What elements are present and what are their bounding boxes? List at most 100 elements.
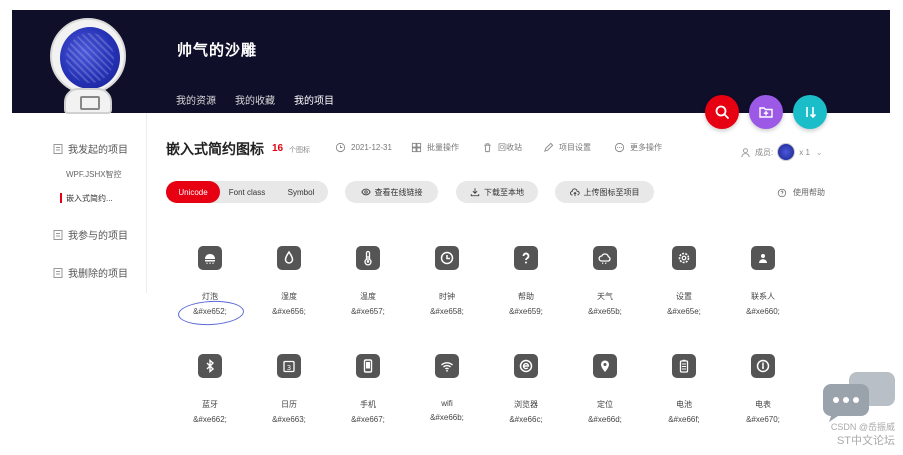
toggle-font-class[interactable]: Font class xyxy=(220,181,274,203)
icon-code: &#xe66f; xyxy=(668,415,700,424)
trash-icon xyxy=(484,143,491,153)
sidebar-item-joined[interactable]: 我参与的项目 xyxy=(52,227,128,242)
project-title: 嵌入式简约图标 xyxy=(166,141,264,157)
tab-my-resources[interactable]: 我的资源 xyxy=(176,92,216,118)
icon-code: &#xe663; xyxy=(272,415,306,424)
icon-name: 电表 xyxy=(755,400,771,409)
icon-count: 16 xyxy=(272,143,284,154)
icon-code: &#xe662; xyxy=(193,415,227,424)
username: 帅气的沙雕 xyxy=(177,42,258,59)
more-actions-link[interactable]: 更多操作 xyxy=(614,142,662,153)
chevron-down-icon: ⌄ xyxy=(815,147,823,157)
sort-button[interactable] xyxy=(793,95,827,129)
icon-card[interactable]: 浏览器 &#xe66c; xyxy=(486,354,566,424)
download-button[interactable]: 下载至本地 xyxy=(456,181,538,203)
icon-name: 蓝牙 xyxy=(202,400,218,409)
project-members[interactable]: 成员: x 1 ⌄ xyxy=(740,143,823,161)
icon-name: 电池 xyxy=(676,400,692,409)
upload-icons-button[interactable]: 上传图标至项目 xyxy=(555,181,654,203)
icon-name: 设置 xyxy=(676,292,692,301)
sidebar-item-deleted[interactable]: 我删除的项目 xyxy=(52,265,128,280)
icon-name: wifi xyxy=(441,399,453,408)
contact-icon xyxy=(751,246,775,270)
batch-operation-link[interactable]: 批量操作 xyxy=(411,142,459,153)
watermark-forum: ST中文论坛 xyxy=(836,435,895,447)
more-icon xyxy=(614,142,625,153)
icon-name: 日历 xyxy=(281,400,297,409)
icon-code: &#xe670; xyxy=(746,415,780,424)
icon-name: 定位 xyxy=(597,400,613,409)
search-button[interactable] xyxy=(705,95,739,129)
thermometer-icon xyxy=(356,246,380,270)
icon-card[interactable]: 温度 &#xe657; xyxy=(328,246,408,316)
toggle-symbol[interactable]: Symbol xyxy=(274,181,328,203)
help-link[interactable]: 使用帮助 xyxy=(777,187,825,198)
browser-icon xyxy=(514,354,538,378)
member-avatar xyxy=(777,143,796,161)
grid-icon xyxy=(411,142,422,153)
clock-icon xyxy=(435,246,459,270)
sidebar-sub-item-embedded[interactable]: 嵌入式简约... xyxy=(66,193,113,204)
battery-icon xyxy=(672,354,696,378)
download-icon xyxy=(470,188,480,197)
icon-card[interactable]: 手机 &#xe667; xyxy=(328,354,408,424)
icon-code: &#xe66b; xyxy=(430,413,464,422)
icon-card[interactable]: wifi &#xe66b; xyxy=(407,354,487,422)
icon-card[interactable]: 定位 &#xe66d; xyxy=(565,354,645,424)
weather-icon xyxy=(593,246,617,270)
avatar-body xyxy=(64,88,112,114)
toggle-unicode[interactable]: Unicode xyxy=(166,181,220,203)
document-icon xyxy=(53,143,63,154)
icon-card[interactable]: 蓝牙 &#xe662; xyxy=(170,354,250,424)
icon-code: &#xe667; xyxy=(351,415,385,424)
icon-card[interactable]: 电表 &#xe670; xyxy=(723,354,803,424)
active-indicator xyxy=(60,193,62,203)
tab-my-projects[interactable]: 我的项目 xyxy=(294,92,334,118)
tab-my-favorites[interactable]: 我的收藏 xyxy=(235,92,275,118)
new-folder-button[interactable] xyxy=(749,95,783,129)
icon-name: 联系人 xyxy=(751,292,775,301)
icon-card[interactable]: 设置 &#xe65e; xyxy=(644,246,724,316)
icon-code: &#xe659; xyxy=(509,307,543,316)
document-icon xyxy=(53,267,63,278)
chat-bubble-icon xyxy=(823,372,895,422)
icon-card[interactable]: 湿度 &#xe656; xyxy=(249,246,329,316)
question-circle-icon xyxy=(777,188,787,197)
icon-card[interactable]: 电池 &#xe66f; xyxy=(644,354,724,424)
icon-card[interactable]: 3 日历 &#xe663; xyxy=(249,354,329,424)
icon-code: &#xe660; xyxy=(746,307,780,316)
calendar-icon: 3 xyxy=(277,354,301,378)
project-settings-link[interactable]: 项目设置 xyxy=(543,142,591,153)
icon-card[interactable]: 帮助 &#xe659; xyxy=(486,246,566,316)
sidebar-item-label: 我发起的项目 xyxy=(68,145,128,156)
location-icon xyxy=(593,354,617,378)
icon-code: &#xe656; xyxy=(272,307,306,316)
icon-card[interactable]: 天气 &#xe65b; xyxy=(565,246,645,316)
icon-name: 手机 xyxy=(360,400,376,409)
svg-text:3: 3 xyxy=(287,364,291,372)
settings-icon xyxy=(672,246,696,270)
help-icon xyxy=(514,246,538,270)
view-online-link-button[interactable]: 查看在线链接 xyxy=(345,181,438,203)
user-icon xyxy=(741,147,750,157)
icon-code: &#xe657; xyxy=(351,307,385,316)
sidebar-item-label: 我删除的项目 xyxy=(68,269,128,280)
icon-name: 天气 xyxy=(597,292,613,301)
icon-count-label: 个图标 xyxy=(289,147,310,154)
sidebar-sub-item-wpf[interactable]: WPF.JSHX智控 xyxy=(66,169,122,180)
sidebar-item-started[interactable]: 我发起的项目 xyxy=(52,141,128,156)
sidebar-item-label: 我参与的项目 xyxy=(68,231,128,242)
icon-name: 温度 xyxy=(360,292,376,301)
avatar[interactable] xyxy=(50,18,126,114)
trash-link[interactable]: 回收站 xyxy=(482,142,522,153)
icon-card[interactable]: 联系人 &#xe660; xyxy=(723,246,803,316)
icon-card[interactable]: 时钟 &#xe658; xyxy=(407,246,487,316)
icon-code: &#xe65b; xyxy=(588,307,622,316)
icon-name: 帮助 xyxy=(518,292,534,301)
format-toggle: Unicode Font class Symbol xyxy=(166,181,328,203)
lamp-icon xyxy=(198,246,222,270)
eye-icon xyxy=(360,188,371,196)
humidity-icon xyxy=(277,246,301,270)
icon-name: 时钟 xyxy=(439,292,455,301)
document-icon xyxy=(53,229,63,240)
